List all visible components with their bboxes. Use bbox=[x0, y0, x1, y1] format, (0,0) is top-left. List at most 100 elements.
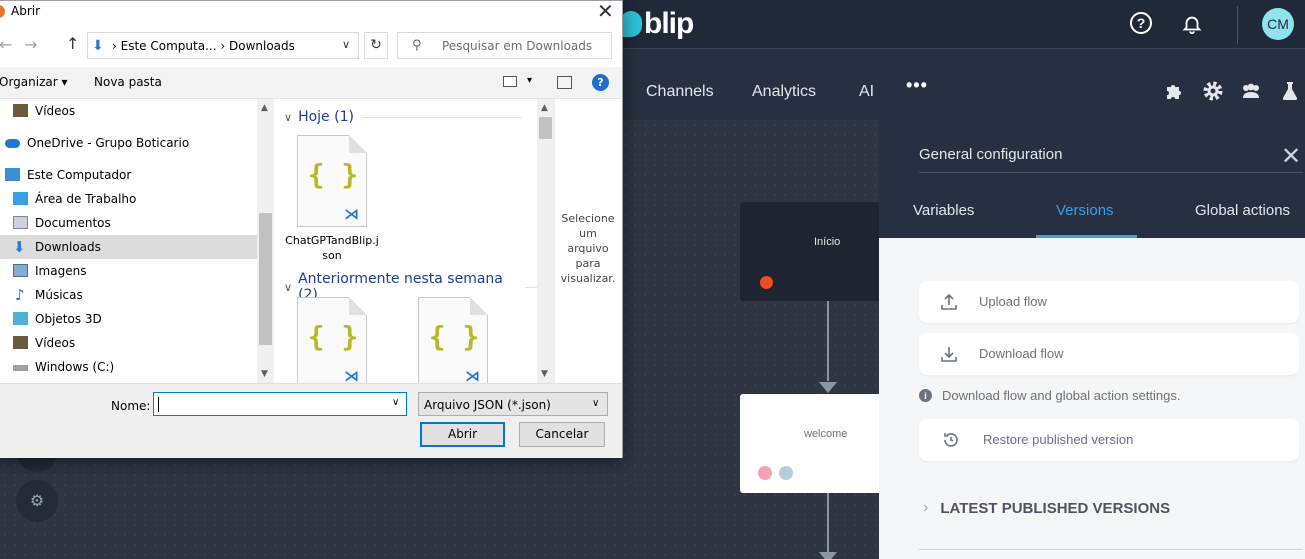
search-input[interactable]: ⚲ Pesquisar em Downloads bbox=[397, 32, 612, 59]
bell-icon[interactable] bbox=[1180, 12, 1204, 36]
file-corner bbox=[349, 135, 367, 153]
help-icon[interactable]: ? bbox=[1130, 12, 1152, 34]
view-icon[interactable] bbox=[503, 76, 517, 87]
tab-versions[interactable]: Versions bbox=[1056, 202, 1114, 219]
upload-icon bbox=[939, 292, 959, 312]
new-folder-button[interactable]: Nova pasta bbox=[94, 75, 162, 89]
start-node[interactable]: Início bbox=[740, 202, 890, 301]
file-name-input[interactable]: ∨ bbox=[153, 392, 407, 416]
welcome-node-title: welcome bbox=[804, 428, 848, 440]
breadcrumb-computer[interactable]: Este Computa... bbox=[121, 39, 217, 53]
tree-item-downloads[interactable]: ⬇ Downloads bbox=[0, 235, 257, 259]
dialog-footer: Nome: ∨ Arquivo JSON (*.json) ∨ Abrir Ca… bbox=[0, 383, 622, 458]
node-tag-dot bbox=[779, 466, 793, 480]
more-icon[interactable]: ••• bbox=[906, 75, 928, 96]
file-item[interactable]: { } ⋊ ChatGPTandBlip.json bbox=[284, 135, 380, 263]
video-folder-icon bbox=[13, 336, 28, 349]
vscode-icon: ⋊ bbox=[465, 367, 480, 383]
welcome-node[interactable]: welcome bbox=[740, 394, 890, 493]
team-icon[interactable] bbox=[1239, 79, 1263, 103]
files-scrollbar-thumb[interactable] bbox=[539, 117, 552, 139]
puzzle-icon[interactable] bbox=[1163, 79, 1187, 103]
tab-global-actions[interactable]: Global actions bbox=[1195, 202, 1290, 219]
breadcrumb-downloads[interactable]: Downloads bbox=[229, 39, 295, 53]
file-type-value: Arquivo JSON (*.json) bbox=[424, 398, 551, 412]
address-bar[interactable]: ⬇ › Este Computa... › Downloads ∨ bbox=[87, 32, 359, 59]
file-item[interactable]: { } ⋊ bbox=[405, 297, 501, 383]
upload-flow-button[interactable]: Upload flow bbox=[919, 281, 1299, 323]
tree-item-documents[interactable]: Documentos bbox=[0, 211, 257, 235]
open-button[interactable]: Abrir bbox=[420, 422, 505, 447]
forward-arrow-icon[interactable]: → bbox=[24, 35, 37, 54]
tree-item-pictures[interactable]: Imagens bbox=[0, 259, 257, 283]
files-scrollbar[interactable] bbox=[537, 99, 554, 383]
search-placeholder: Pesquisar em Downloads bbox=[442, 39, 593, 53]
computer-icon bbox=[5, 168, 20, 181]
group-header-today[interactable]: ∨ Hoje (1) bbox=[284, 109, 522, 125]
close-icon[interactable]: ✕ bbox=[1281, 142, 1301, 171]
restore-version-button[interactable]: Restore published version bbox=[919, 419, 1299, 461]
file-corner bbox=[349, 297, 367, 315]
nav-ai[interactable]: AI bbox=[859, 83, 874, 101]
scroll-up-icon[interactable]: ▲ bbox=[541, 103, 548, 113]
json-file-icon: { } ⋊ bbox=[297, 297, 367, 383]
help-icon[interactable]: ? bbox=[592, 74, 609, 91]
blip-logo[interactable]: blip bbox=[620, 4, 694, 44]
tree-item-3d-objects[interactable]: Objetos 3D bbox=[0, 307, 257, 331]
braces-glyph: { } bbox=[307, 158, 359, 191]
latest-versions-toggle[interactable]: › LATEST PUBLISHED VERSIONS bbox=[923, 499, 1170, 517]
chevron-down-icon: ∨ bbox=[284, 280, 293, 294]
tree-item-label: Downloads bbox=[35, 240, 101, 254]
download-flow-label: Download flow bbox=[979, 346, 1064, 361]
chevron-down-icon[interactable]: ∨ bbox=[342, 38, 350, 51]
tree-item-this-pc[interactable]: Este Computador bbox=[0, 163, 257, 187]
blip-bubble-icon bbox=[620, 11, 642, 37]
panel-header: General configuration ✕ Variables Versio… bbox=[879, 120, 1305, 238]
tree-item-label: Documentos bbox=[35, 216, 111, 230]
restore-icon bbox=[941, 430, 961, 450]
music-icon: ♪ bbox=[15, 286, 25, 304]
preview-pane-icon[interactable] bbox=[557, 76, 572, 89]
chevron-down-icon[interactable]: ∨ bbox=[392, 397, 399, 408]
tree-item-onedrive[interactable]: OneDrive - Grupo Boticario bbox=[0, 131, 257, 155]
refresh-button[interactable]: ↻ bbox=[364, 32, 388, 59]
tree-item-label: Vídeos bbox=[35, 336, 76, 350]
vscode-icon: ⋊ bbox=[344, 367, 359, 383]
file-name-label: Nome: bbox=[111, 399, 151, 413]
tree-item-videos-2[interactable]: Vídeos bbox=[0, 331, 257, 355]
close-icon[interactable]: ✕ bbox=[597, 0, 614, 23]
documents-icon bbox=[13, 216, 28, 229]
cancel-button[interactable]: Cancelar bbox=[519, 422, 605, 447]
latest-versions-heading: LATEST PUBLISHED VERSIONS bbox=[940, 499, 1171, 517]
nav-channels[interactable]: Channels bbox=[646, 83, 714, 101]
file-item[interactable]: { } ⋊ bbox=[284, 297, 380, 383]
start-node-dot bbox=[760, 276, 773, 289]
flask-icon[interactable] bbox=[1278, 79, 1302, 103]
address-separator: › bbox=[112, 39, 117, 53]
node-tag-dot bbox=[758, 466, 772, 480]
braces-glyph: { } bbox=[428, 320, 480, 353]
tree-item-desktop[interactable]: Área de Trabalho bbox=[0, 187, 257, 211]
up-arrow-icon[interactable]: ↑ bbox=[66, 34, 79, 53]
file-type-select[interactable]: Arquivo JSON (*.json) ∨ bbox=[418, 392, 608, 416]
divider bbox=[554, 99, 555, 383]
tree-item-music[interactable]: ♪ Músicas bbox=[0, 283, 257, 307]
tree-scrollbar-thumb[interactable] bbox=[259, 213, 272, 345]
scroll-down-icon[interactable]: ▼ bbox=[261, 369, 268, 379]
download-flow-button[interactable]: Download flow bbox=[919, 333, 1299, 375]
back-arrow-icon[interactable]: ← bbox=[0, 35, 12, 54]
scroll-down-icon[interactable]: ▼ bbox=[541, 369, 548, 379]
tab-variables[interactable]: Variables bbox=[913, 202, 974, 219]
nav-analytics[interactable]: Analytics bbox=[752, 83, 816, 101]
dialog-titlebar[interactable]: Abrir ✕ bbox=[0, 0, 622, 23]
user-avatar[interactable]: CM bbox=[1262, 8, 1294, 40]
organize-button[interactable]: Organizar ▾ bbox=[0, 75, 68, 89]
scroll-up-icon[interactable]: ▲ bbox=[261, 103, 268, 113]
panel-title: General configuration bbox=[919, 146, 1063, 163]
settings-sync-icon[interactable]: ⚙ bbox=[16, 480, 58, 522]
chevron-down-icon[interactable]: ▾ bbox=[527, 75, 532, 86]
tree-item-videos[interactable]: Vídeos bbox=[0, 99, 257, 123]
connector-arrow bbox=[819, 552, 837, 559]
gear-icon[interactable] bbox=[1201, 79, 1225, 103]
tree-item-drive-c[interactable]: Windows (C:) bbox=[0, 355, 257, 379]
